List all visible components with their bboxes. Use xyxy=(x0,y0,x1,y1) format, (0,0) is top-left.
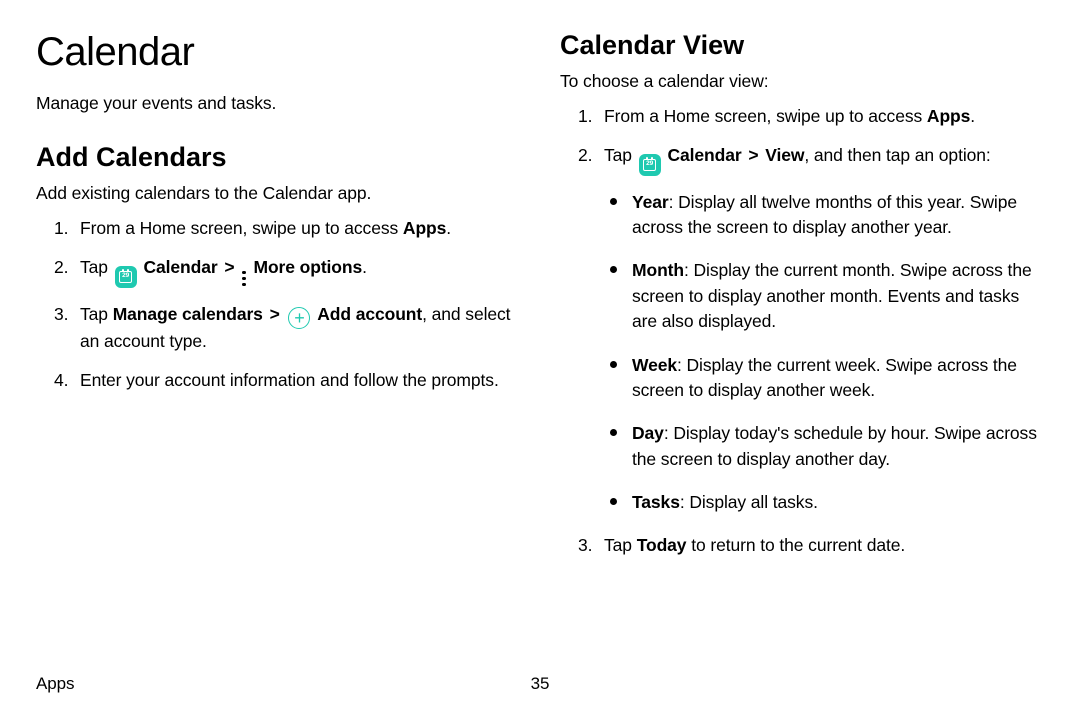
page-footer: Apps 35 xyxy=(36,674,1044,694)
option-tasks: Tasks: Display all tasks. xyxy=(604,490,1044,515)
add-calendars-steps: From a Home screen, swipe up to access A… xyxy=(36,216,520,393)
chevron-icon: > xyxy=(270,304,280,324)
today-label: Today xyxy=(637,535,687,555)
page-intro: Manage your events and tasks. xyxy=(36,93,520,114)
option-label: Tasks xyxy=(632,492,680,512)
apps-label: Apps xyxy=(927,106,970,126)
section-title-add-calendars: Add Calendars xyxy=(36,142,520,173)
step-text: Tap xyxy=(604,145,637,165)
option-label: Year xyxy=(632,192,669,212)
option-text: : Display the current month. Swipe acros… xyxy=(632,260,1032,331)
page-columns: Calendar Manage your events and tasks. A… xyxy=(36,30,1044,670)
footer-section-label: Apps xyxy=(36,674,74,694)
option-text: : Display all tasks. xyxy=(680,492,818,512)
calendar-label: Calendar xyxy=(667,145,741,165)
calendar-icon-number: 29 xyxy=(122,273,129,280)
step-text: Tap xyxy=(604,535,637,555)
step-text: . xyxy=(446,218,451,238)
more-options-label: More options xyxy=(253,257,362,277)
step-text: From a Home screen, swipe up to access xyxy=(80,218,403,238)
step-2: Tap 29 Calendar > More options. xyxy=(36,255,520,287)
calendar-view-steps: From a Home screen, swipe up to access A… xyxy=(560,104,1044,559)
calendar-label: Calendar xyxy=(143,257,217,277)
option-label: Week xyxy=(632,355,677,375)
step-text: to return to the current date. xyxy=(686,535,905,555)
step-1: From a Home screen, swipe up to access A… xyxy=(36,216,520,241)
section-intro-add-calendars: Add existing calendars to the Calendar a… xyxy=(36,183,520,204)
step-text: , and then tap an option: xyxy=(804,145,990,165)
view-options-list: Year: Display all twelve months of this … xyxy=(604,190,1044,516)
more-options-icon xyxy=(242,271,246,287)
right-column: Calendar View To choose a calendar view:… xyxy=(560,30,1044,670)
option-year: Year: Display all twelve months of this … xyxy=(604,190,1044,241)
section-title-calendar-view: Calendar View xyxy=(560,30,1044,61)
calendar-icon: 29 xyxy=(115,266,137,288)
chevron-icon: > xyxy=(224,257,234,277)
step-text: Tap xyxy=(80,304,113,324)
step-3: Tap Today to return to the current date. xyxy=(560,533,1044,558)
step-1: From a Home screen, swipe up to access A… xyxy=(560,104,1044,129)
calendar-icon-number: 29 xyxy=(646,161,653,168)
chevron-icon: > xyxy=(748,145,758,165)
plus-icon: + xyxy=(288,307,310,329)
option-month: Month: Display the current month. Swipe … xyxy=(604,258,1044,334)
view-label: View xyxy=(765,145,804,165)
option-text: : Display today's schedule by hour. Swip… xyxy=(632,423,1037,468)
left-column: Calendar Manage your events and tasks. A… xyxy=(36,30,520,670)
step-3: Tap Manage calendars > + Add account, an… xyxy=(36,302,520,354)
footer-page-number: 35 xyxy=(531,674,550,694)
step-4: Enter your account information and follo… xyxy=(36,368,520,393)
option-label: Month xyxy=(632,260,684,280)
option-day: Day: Display today's schedule by hour. S… xyxy=(604,421,1044,472)
apps-label: Apps xyxy=(403,218,446,238)
add-account-label: Add account xyxy=(317,304,422,324)
step-text: . xyxy=(362,257,367,277)
option-text: : Display the current week. Swipe across… xyxy=(632,355,1017,400)
option-label: Day xyxy=(632,423,664,443)
manage-calendars-label: Manage calendars xyxy=(113,304,263,324)
page-title: Calendar xyxy=(36,30,520,75)
calendar-icon: 29 xyxy=(639,154,661,176)
step-text: From a Home screen, swipe up to access xyxy=(604,106,927,126)
step-text: Tap xyxy=(80,257,113,277)
step-2: Tap 29 Calendar > View, and then tap an … xyxy=(560,143,1044,515)
option-week: Week: Display the current week. Swipe ac… xyxy=(604,353,1044,404)
step-text: . xyxy=(970,106,975,126)
option-text: : Display all twelve months of this year… xyxy=(632,192,1017,237)
section-intro-calendar-view: To choose a calendar view: xyxy=(560,71,1044,92)
step-text: Enter your account information and follo… xyxy=(80,370,499,390)
